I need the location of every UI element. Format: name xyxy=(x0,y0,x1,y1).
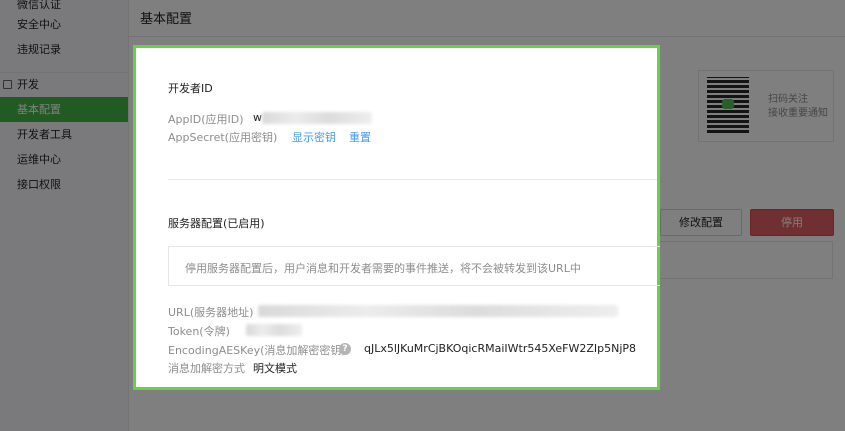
developer-id-heading: 开发者ID xyxy=(168,82,213,95)
token-label: Token(令牌) xyxy=(168,325,230,338)
config-dialog: 开发者ID AppID(应用ID) w AppSecret(应用密钥) 显示密钥… xyxy=(133,45,660,390)
help-icon[interactable]: ? xyxy=(339,343,351,355)
appid-value: w xyxy=(253,111,262,124)
token-redacted xyxy=(246,324,302,336)
aeskey-value: qJLx5lJKuMrCjBKOqicRMaiIWtr545XeFW2ZIp5N… xyxy=(364,342,637,355)
reset-secret-link[interactable]: 重置 xyxy=(349,129,371,145)
appid-label: AppID(应用ID) xyxy=(168,113,244,126)
encrypt-mode-label: 消息加解密方式 xyxy=(168,362,245,375)
aeskey-label: EncodingAESKey(消息加解密密钥) xyxy=(168,344,346,357)
notice-box: 停用服务器配置后，用户消息和开发者需要的事件推送，将不会被转发到该URL中 xyxy=(168,246,660,286)
appid-redacted xyxy=(262,112,372,124)
url-redacted xyxy=(258,305,618,317)
show-secret-link[interactable]: 显示密钥 xyxy=(292,129,336,145)
encrypt-mode-value: 明文模式 xyxy=(253,362,297,375)
notice-text: 停用服务器配置后，用户消息和开发者需要的事件推送，将不会被转发到该URL中 xyxy=(185,262,581,275)
url-label: URL(服务器地址) xyxy=(168,306,254,319)
section-divider xyxy=(168,179,657,180)
appsecret-label: AppSecret(应用密钥) xyxy=(168,131,278,144)
server-config-heading: 服务器配置(已启用) xyxy=(168,217,265,230)
